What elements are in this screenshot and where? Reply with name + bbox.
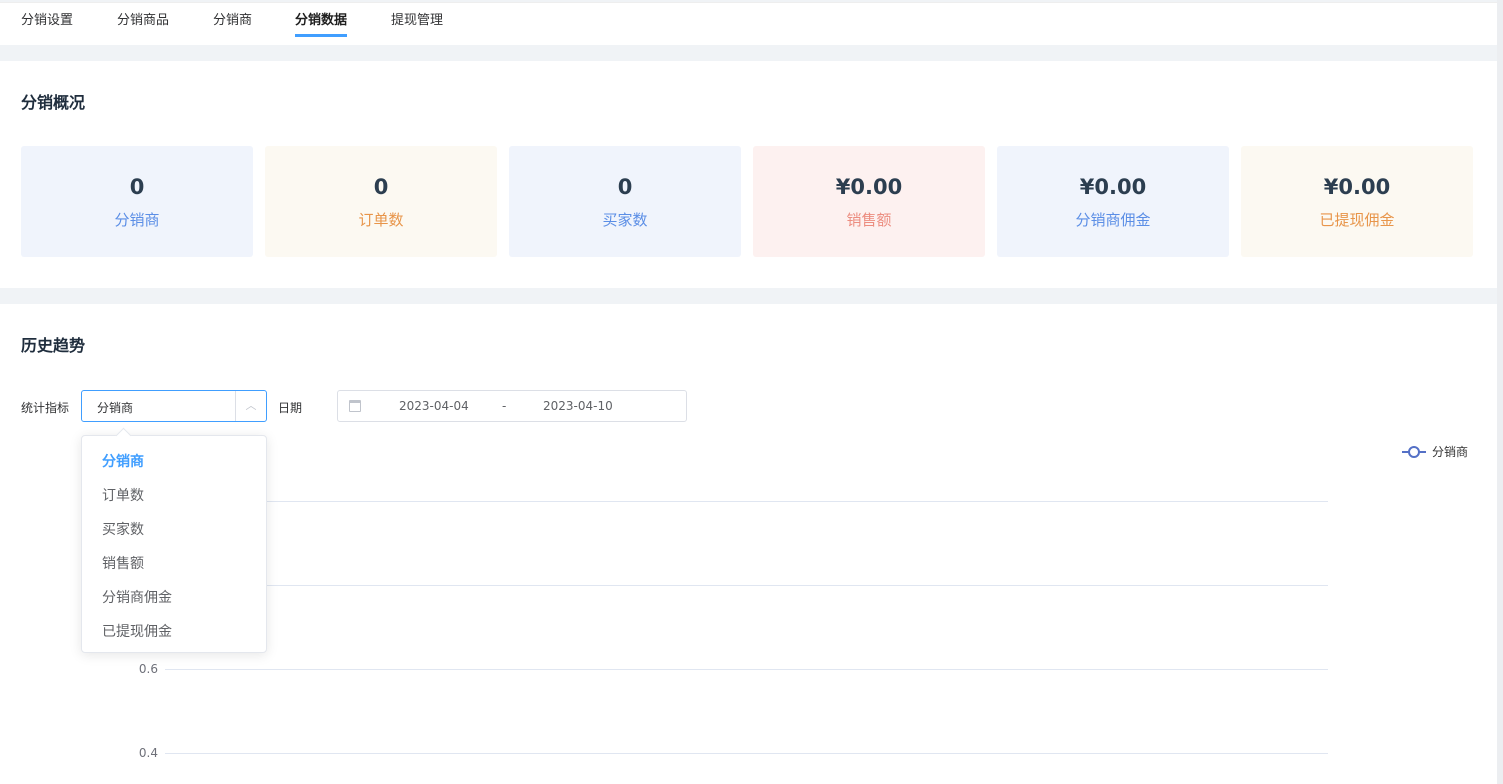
- dropdown-option[interactable]: 分销商佣金: [102, 587, 172, 607]
- y-tick-label: 0.4: [139, 746, 158, 760]
- stat-card: ¥0.00 分销商佣金: [997, 146, 1229, 257]
- stat-value: 0: [617, 175, 633, 199]
- legend-label: 分销商: [1432, 444, 1468, 459]
- stat-card: 0 买家数: [509, 146, 741, 257]
- legend-marker-icon: [1408, 446, 1420, 458]
- scrollbar[interactable]: [1497, 0, 1503, 784]
- stat-value: 0: [373, 175, 389, 199]
- trend-section: 历史趋势 统计指标 分销商 ︿ 日期 2023-04-04 - 2023-04-…: [0, 304, 1497, 784]
- stat-label: 订单数: [358, 211, 404, 229]
- dropdown-option[interactable]: 销售额: [102, 553, 144, 573]
- dropdown-option[interactable]: 订单数: [102, 485, 144, 505]
- tab-2[interactable]: 分销商: [213, 9, 252, 28]
- metric-dropdown: 分销商订单数买家数销售额分销商佣金已提现佣金: [81, 435, 267, 653]
- tab-0[interactable]: 分销设置: [21, 9, 73, 28]
- dropdown-option[interactable]: 已提现佣金: [102, 621, 172, 641]
- stat-card: 0 订单数: [265, 146, 497, 257]
- stat-value: ¥0.00: [1079, 175, 1147, 199]
- stat-label: 销售额: [846, 211, 892, 229]
- stat-value: ¥0.00: [835, 175, 903, 199]
- stat-label: 分销商: [114, 211, 160, 229]
- overview-title: 分销概况: [21, 93, 86, 112]
- stat-value: ¥0.00: [1323, 175, 1391, 199]
- legend-item[interactable]: 分销商: [1402, 444, 1468, 459]
- y-tick-label: 0.6: [139, 662, 158, 676]
- tab-3[interactable]: 分销数据: [295, 9, 348, 37]
- stat-value: 0: [129, 175, 145, 199]
- stat-label: 已提现佣金: [1319, 211, 1395, 229]
- tab-4[interactable]: 提现管理: [391, 9, 443, 28]
- tab-1[interactable]: 分销商品: [117, 9, 169, 28]
- stat-card: 0 分销商: [21, 146, 253, 257]
- dropdown-option[interactable]: 分销商: [102, 451, 144, 471]
- stat-card: ¥0.00 销售额: [753, 146, 985, 257]
- dropdown-option[interactable]: 买家数: [102, 519, 144, 539]
- stat-label: 分销商佣金: [1075, 211, 1151, 229]
- stat-label: 买家数: [602, 211, 648, 229]
- stat-card: ¥0.00 已提现佣金: [1241, 146, 1473, 257]
- tab-bar: 分销设置 分销商品 分销商 分销数据 提现管理: [0, 2, 1497, 45]
- overview-section: 分销概况 0 分销商 0 订单数 0 买家数 ¥0.00 销售额 ¥0.00 分销商佣金 ¥0.00…: [0, 61, 1497, 288]
